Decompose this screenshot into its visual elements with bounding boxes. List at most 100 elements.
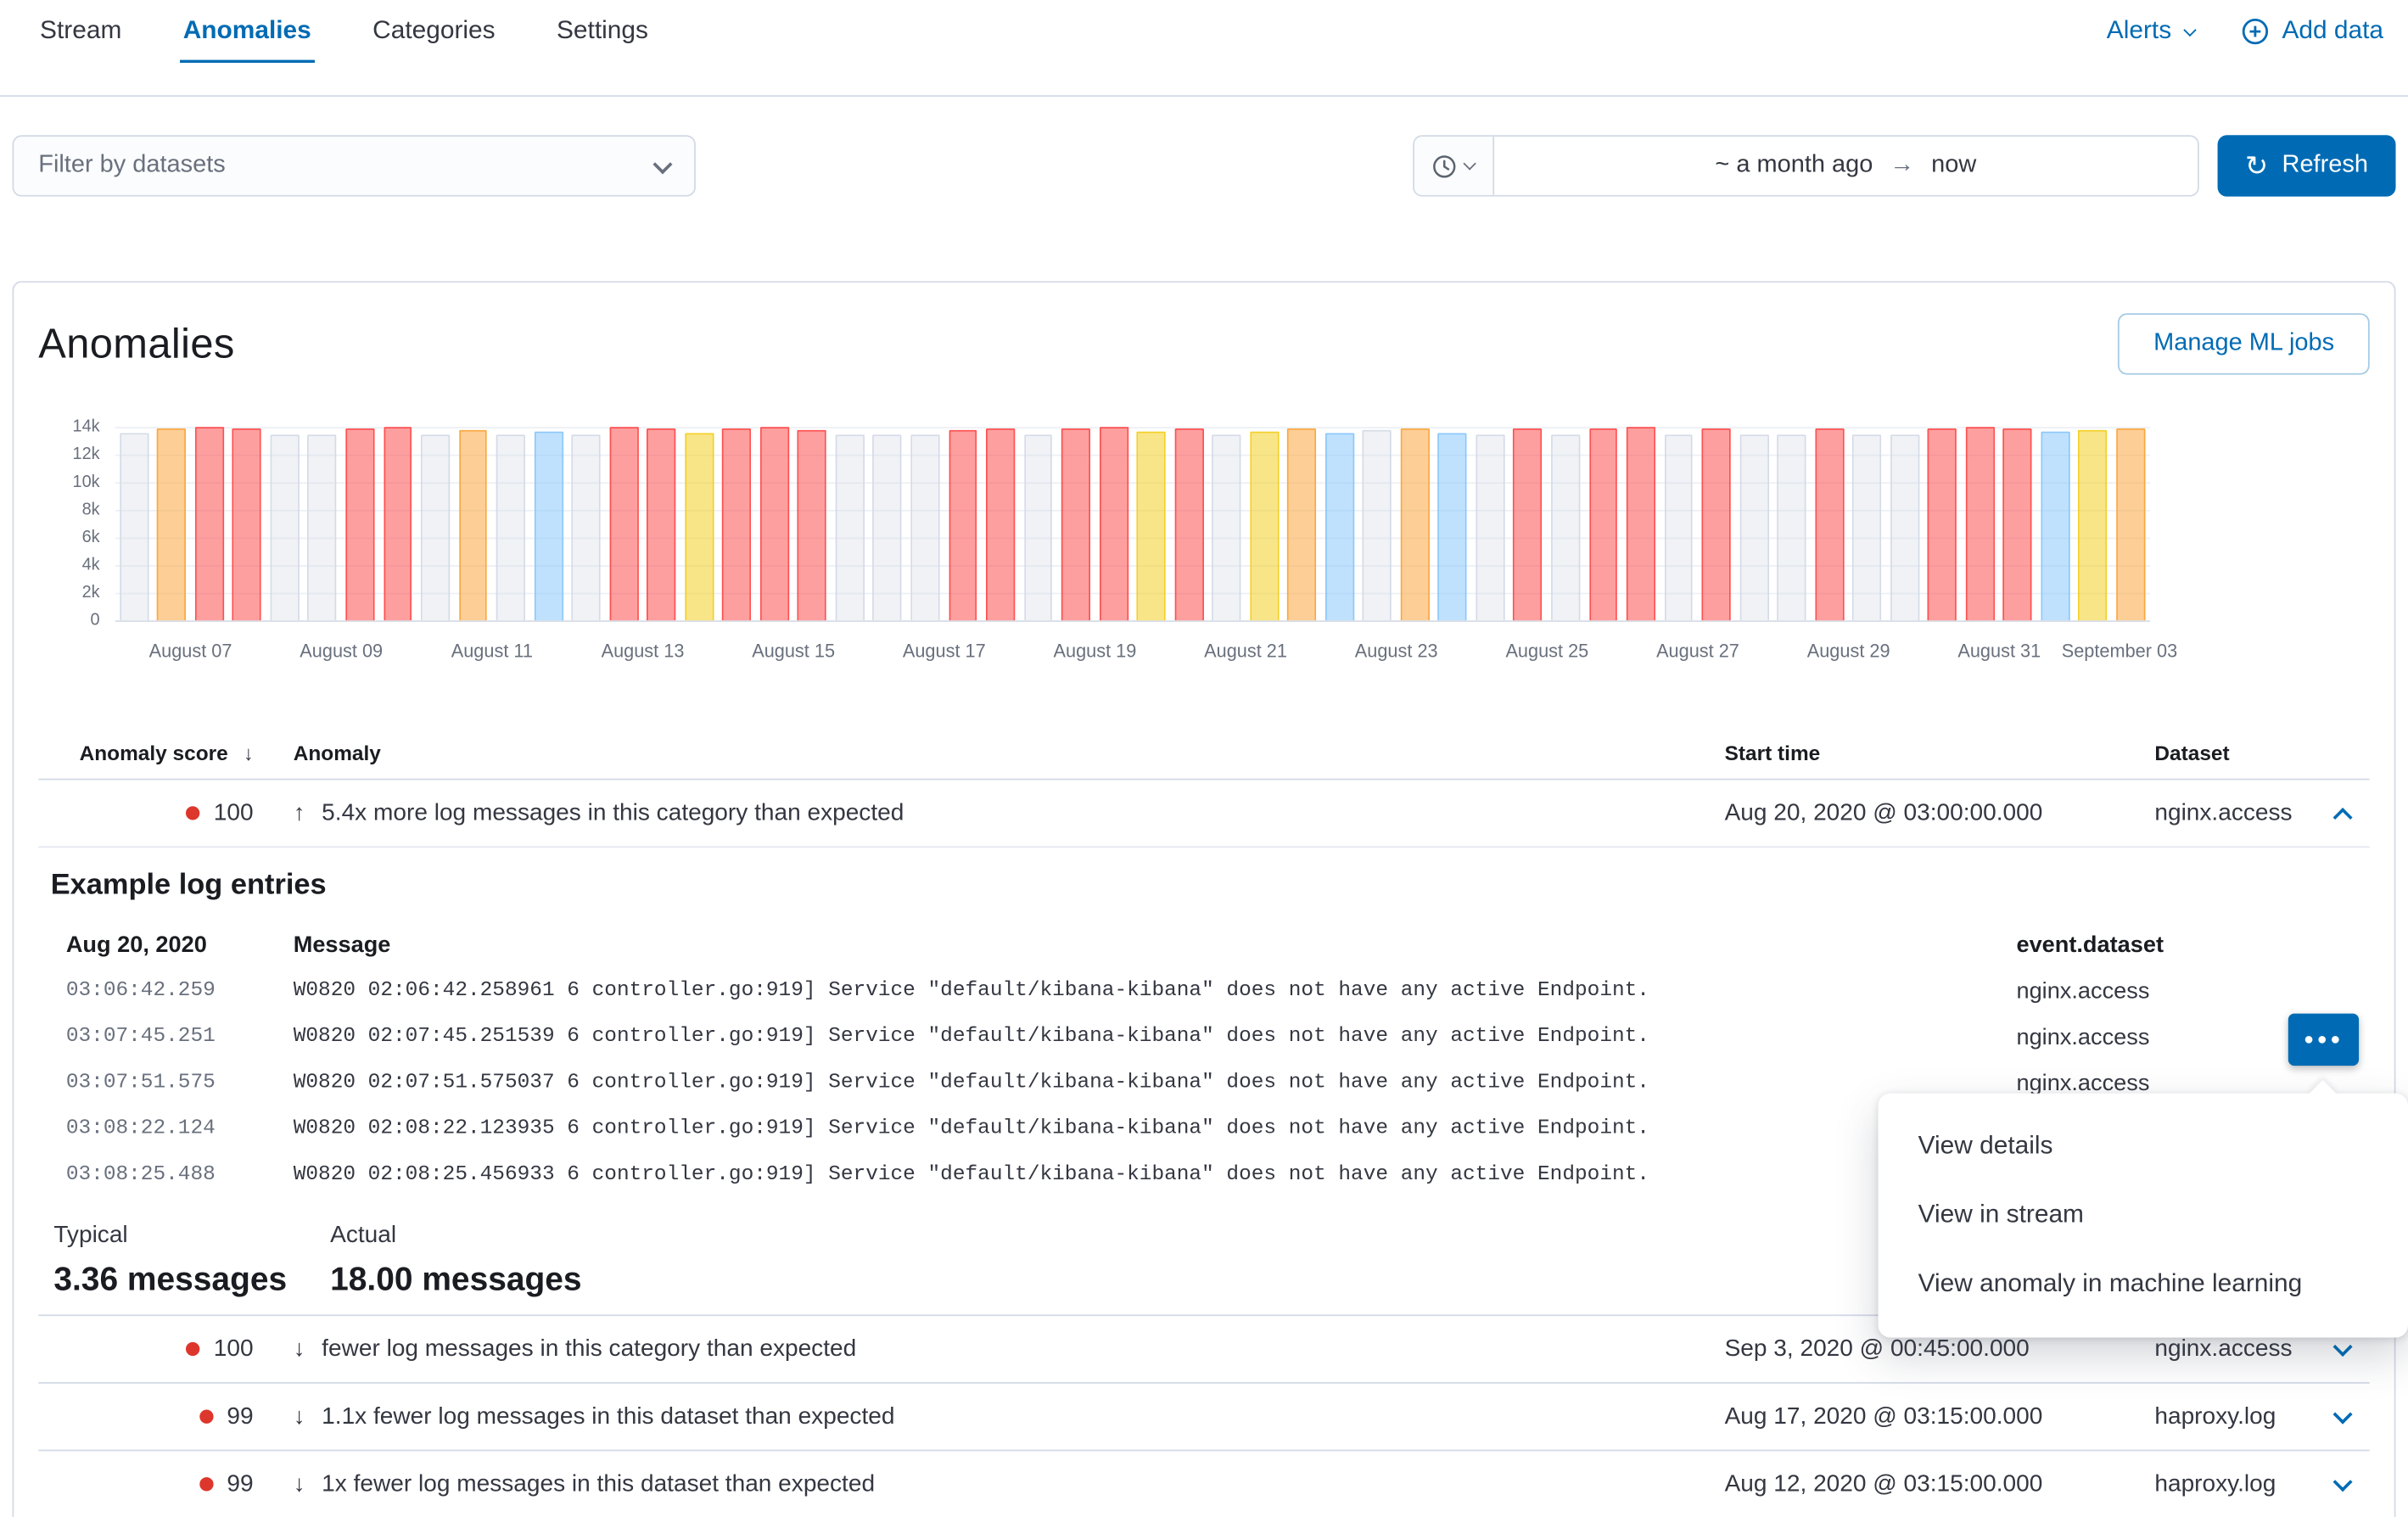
dataset-cell: haproxy.log: [2130, 1470, 2314, 1498]
histogram-bar-slot: [1811, 427, 1848, 620]
histogram-bar-slot: [1283, 427, 1320, 620]
histogram-bar-critical: [2003, 428, 2032, 620]
anomaly-score-cell: 100: [38, 799, 268, 827]
arrow-right-icon: →: [1890, 152, 1914, 180]
dataset-cell: nginx.access: [2130, 799, 2314, 827]
x-axis-tick: August 23: [1355, 641, 1438, 662]
histogram-bar-critical: [798, 429, 826, 620]
histogram-bar-slot: [1019, 427, 1056, 620]
chevron-up-icon: [2332, 808, 2352, 827]
table-row: 100 ↑ 5.4x more log messages in this cat…: [38, 780, 2370, 848]
histogram-bar-slot: [1886, 427, 1924, 620]
histogram-bar-critical: [195, 427, 224, 620]
histogram-bar-slot: [341, 427, 378, 620]
histogram-bar-slot: [1584, 427, 1621, 620]
log-dataset-header: event.dataset: [2016, 932, 2369, 958]
anomaly-text: fewer log messages in this category than…: [322, 1335, 856, 1363]
histogram-bar-slot: [1434, 427, 1471, 620]
log-date-header: Aug 20, 2020: [38, 932, 268, 958]
histogram-bar-slot: [793, 427, 831, 620]
table-header-row: Anomaly score ↓ Anomaly Start time Datas…: [38, 728, 2370, 781]
x-axis-tick: August 09: [300, 641, 383, 662]
histogram-bar-slot: [1622, 427, 1660, 620]
anomaly-cell: ↓1.1x fewer log messages in this dataset…: [269, 1402, 1700, 1430]
date-range-display[interactable]: ~ a month ago → now: [1494, 137, 2198, 195]
arrow-down-icon: ↓: [294, 1471, 305, 1497]
histogram-bar-slot: [492, 427, 529, 620]
chevron-down-icon: [2332, 1337, 2352, 1357]
context-menu-item[interactable]: View in stream: [1879, 1181, 2408, 1250]
histogram-bar-critical: [986, 428, 1015, 620]
histogram-bar-critical: [1965, 427, 1994, 620]
histogram-bar-slot: [304, 427, 341, 620]
date-controls: ~ a month ago → now ↻ Refresh: [1413, 135, 2396, 196]
histogram-bar-critical: [384, 427, 412, 620]
add-data-button[interactable]: Add data: [2241, 17, 2383, 46]
histogram-bar-slot: [1698, 427, 1735, 620]
histogram-bar-none: [1890, 434, 1919, 620]
histogram-bar-major: [157, 428, 186, 620]
refresh-button[interactable]: ↻ Refresh: [2217, 135, 2395, 196]
histogram-bar-minor: [1137, 431, 1166, 620]
tab-stream[interactable]: Stream: [36, 14, 125, 63]
chevron-down-icon: [2183, 23, 2196, 36]
anomaly-cell: ↓1x fewer log messages in this dataset t…: [269, 1470, 1700, 1498]
histogram-bar-slot: [417, 427, 454, 620]
expand-row-button[interactable]: [2321, 1395, 2364, 1438]
histogram-bar-slot: [1547, 427, 1584, 620]
dataset-filter-combobox[interactable]: Filter by datasets: [12, 135, 695, 196]
alerts-menu-button[interactable]: Alerts: [2107, 17, 2195, 46]
collapse-row-button[interactable]: [2321, 792, 2364, 835]
tab-anomalies[interactable]: Anomalies: [180, 14, 314, 63]
x-axis-tick: August 19: [1053, 641, 1136, 662]
tab-categories[interactable]: Categories: [370, 14, 499, 63]
top-nav: Stream Anomalies Categories Settings Alerts…: [0, 0, 2408, 97]
histogram-bar-none: [835, 435, 864, 620]
context-menu-item[interactable]: View details: [1879, 1111, 2408, 1180]
arrow-down-icon: ↓: [294, 1336, 305, 1363]
chart-plot: [115, 427, 2150, 620]
log-entry-actions-button[interactable]: ●●●: [2288, 1014, 2359, 1066]
manage-ml-jobs-button[interactable]: Manage ML jobs: [2118, 313, 2369, 374]
panel-header: Anomalies Manage ML jobs: [38, 313, 2370, 374]
histogram-bar-warning: [1438, 433, 1467, 621]
histogram-bar-minor: [685, 433, 714, 621]
log-message-header: Message: [269, 932, 2017, 958]
histogram-bar-slot: [266, 427, 303, 620]
expander-cell: [2315, 1463, 2370, 1506]
date-range-start: ~ a month ago: [1715, 152, 1873, 180]
histogram-bar-warning: [1325, 433, 1354, 621]
y-axis-tick: 0: [91, 611, 100, 630]
nav-right: Alerts Add data: [2107, 0, 2383, 46]
x-axis-tick: August 25: [1505, 641, 1588, 662]
table-rows: 100 ↓ fewer log messages in this category …: [38, 1314, 2370, 1517]
log-entry-time: 03:08:22.124: [38, 1117, 268, 1140]
date-quick-select-button[interactable]: [1414, 137, 1494, 195]
anomaly-cell: ↓ fewer log messages in this category tha…: [269, 1335, 1700, 1363]
tab-settings[interactable]: Settings: [553, 14, 651, 63]
histogram-bar-slot: [756, 427, 793, 620]
start-time-cell: Aug 12, 2020 @ 03:15:00.000: [1700, 1470, 2131, 1498]
anomaly-text: 5.4x more log messages in this category …: [322, 799, 904, 827]
anomaly-score-header-label: Anomaly score: [80, 742, 228, 764]
log-entry-time: 03:08:25.488: [38, 1163, 268, 1186]
histogram-bar-none: [572, 434, 601, 620]
page-title: Anomalies: [38, 320, 234, 367]
log-entry-message: W0820 02:08:25.456933 6 controller.go:91…: [269, 1163, 2017, 1186]
anomaly-score-value: 100: [214, 1335, 254, 1363]
chevron-down-icon: [2332, 1472, 2352, 1492]
severity-dot: [199, 1477, 213, 1491]
severity-dot: [199, 1410, 213, 1424]
histogram-bar-slot: [2112, 427, 2149, 620]
dataset-header: Dataset: [2130, 742, 2314, 764]
x-axis-tick: September 03: [2062, 641, 2177, 662]
histogram-bar-slot: [1961, 427, 1998, 620]
anomalies-histogram-chart: 14k12k10k8k6k4k2k0 August 07August 09Aug…: [38, 427, 2370, 673]
anomaly-score-header[interactable]: Anomaly score ↓: [38, 742, 268, 764]
clock-icon: [1432, 153, 1459, 179]
expand-row-button[interactable]: [2321, 1463, 2364, 1506]
histogram-bar-slot: [1924, 427, 1961, 620]
y-axis-tick: 6k: [82, 529, 100, 547]
context-menu-item[interactable]: View anomaly in machine learning: [1879, 1250, 2408, 1318]
histogram-bar-critical: [1514, 428, 1543, 620]
